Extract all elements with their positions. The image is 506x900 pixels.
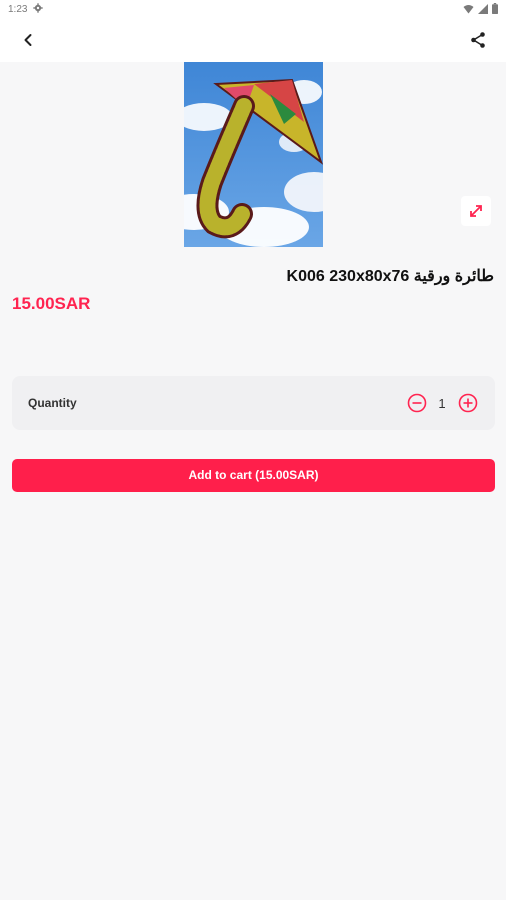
expand-icon bbox=[470, 205, 482, 217]
share-icon[interactable] bbox=[468, 30, 488, 50]
battery-icon bbox=[492, 3, 498, 14]
product-price: 15.00SAR bbox=[12, 294, 91, 313]
status-bar: 1:23 bbox=[0, 0, 506, 18]
product-image[interactable] bbox=[184, 62, 323, 247]
quantity-value: 1 bbox=[438, 396, 446, 411]
quantity-card: Quantity 1 bbox=[12, 376, 495, 430]
minus-circle-icon[interactable] bbox=[407, 393, 427, 413]
product-title: طائرة ورقية K006 230x80x76 bbox=[286, 268, 494, 285]
quantity-label: Quantity bbox=[28, 396, 77, 410]
status-time: 1:23 bbox=[8, 4, 28, 15]
kite-photo bbox=[184, 62, 323, 247]
wifi-icon bbox=[463, 4, 474, 13]
chevron-left-icon[interactable] bbox=[18, 30, 38, 50]
settings-icon bbox=[33, 3, 43, 13]
expand-button[interactable] bbox=[461, 196, 491, 226]
plus-circle-icon[interactable] bbox=[458, 393, 478, 413]
add-to-cart-button[interactable]: Add to cart (15.00SAR) bbox=[12, 459, 495, 492]
signal-icon bbox=[478, 3, 488, 14]
status-icons bbox=[463, 3, 498, 14]
app-bar bbox=[0, 18, 506, 62]
